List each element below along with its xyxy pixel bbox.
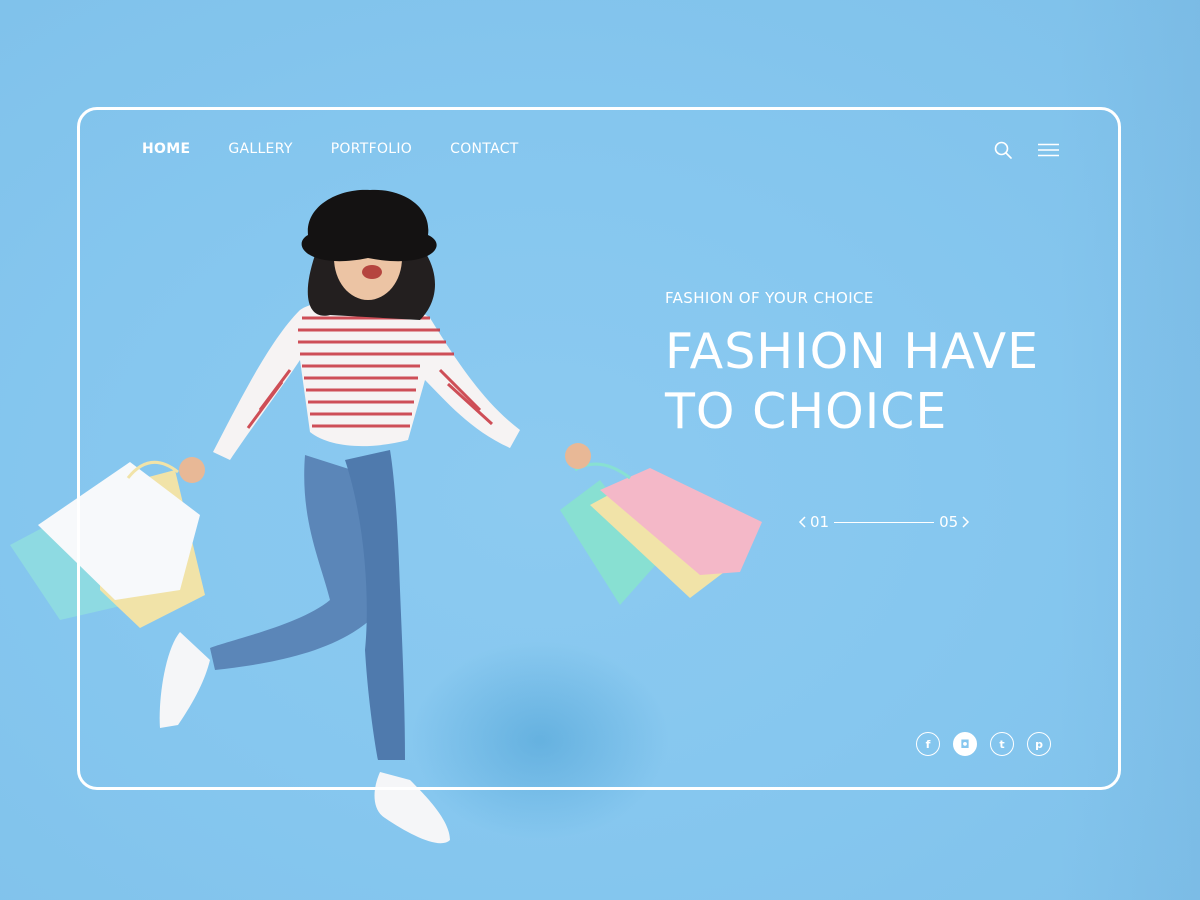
instagram-icon[interactable]: ◘ [953,732,977,756]
search-icon[interactable] [994,141,1012,159]
nav-gallery[interactable]: GALLERY [228,141,292,157]
hero-title: FASHION HAVE TO CHOICE [665,323,1040,440]
chevron-left-icon[interactable] [798,515,808,529]
nav-home[interactable]: HOME [142,141,190,157]
social-links: f ◘ t p [916,732,1051,756]
pager-progress-line [834,521,935,523]
pinterest-icon[interactable]: p [1027,732,1051,756]
nav-contact[interactable]: CONTACT [450,141,519,157]
main-navigation: HOME GALLERY PORTFOLIO CONTACT [142,141,519,157]
slide-pager: 01 05 [798,513,970,531]
hero-subtitle: FASHION OF YOUR CHOICE [665,289,874,307]
hamburger-menu-icon[interactable] [1038,143,1059,157]
content-frame [77,107,1121,790]
nav-portfolio[interactable]: PORTFOLIO [331,141,412,157]
pager-total: 05 [939,513,959,531]
facebook-icon[interactable]: f [916,732,940,756]
pager-current: 01 [810,513,830,531]
twitter-icon[interactable]: t [990,732,1014,756]
chevron-right-icon[interactable] [960,515,970,529]
